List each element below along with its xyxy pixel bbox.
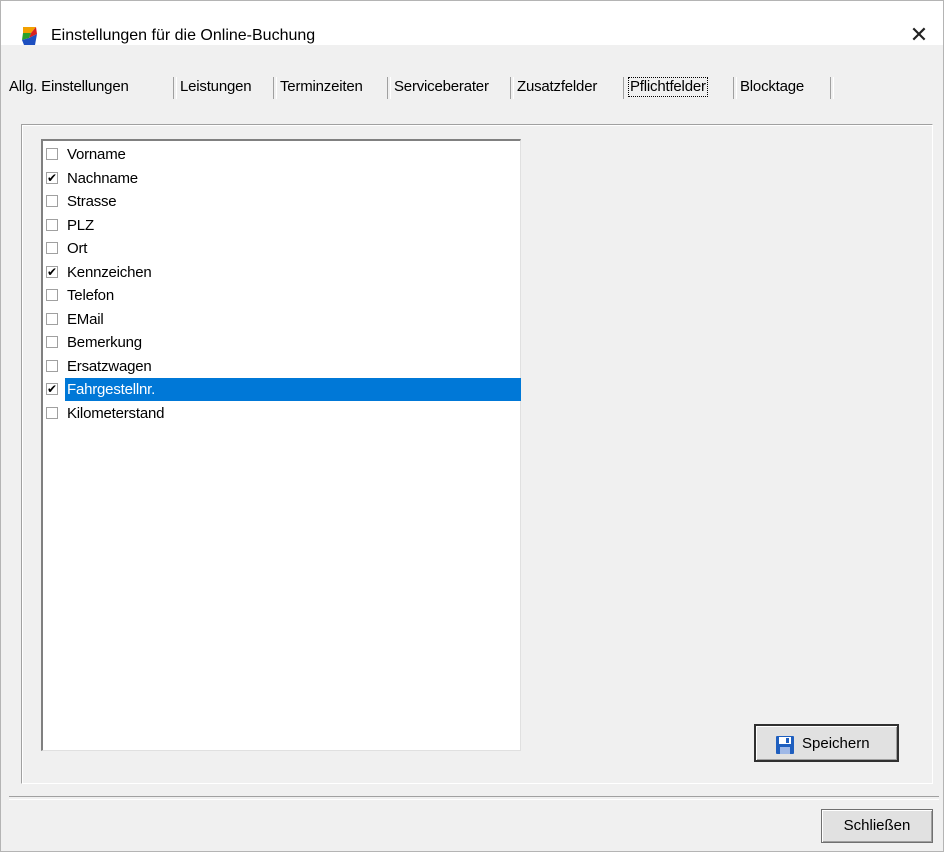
tab-separator — [387, 77, 391, 99]
close-icon[interactable]: ✕ — [901, 19, 937, 51]
checkbox[interactable] — [46, 242, 58, 254]
tab-pflichtfelder[interactable]: Pflichtfelder — [626, 75, 710, 99]
list-item-label: Ort — [67, 240, 88, 257]
list-item-label: PLZ — [67, 216, 94, 234]
tab-separator — [510, 77, 514, 99]
list-item[interactable]: ✔ Nachname — [43, 167, 519, 190]
checkbox[interactable] — [46, 148, 58, 160]
list-item[interactable]: Bemerkung — [43, 331, 519, 354]
checkbox-checked[interactable]: ✔ — [46, 265, 58, 278]
list-item-label: Strasse — [67, 193, 117, 210]
list-item[interactable]: Kilometerstand — [43, 402, 519, 425]
tab-allg-einstellungen[interactable]: Allg. Einstellungen — [9, 75, 129, 99]
app-logo-icon — [22, 27, 37, 45]
settings-window: Einstellungen für die Online-Buchung ✕ A… — [0, 0, 944, 852]
list-item[interactable]: Telefon — [43, 284, 519, 307]
list-item[interactable]: Ersatzwagen — [43, 355, 519, 378]
required-fields-list[interactable]: Vorname ✔ Nachname Strasse PLZ Ort ✔ Kennzeiche… — [41, 139, 521, 751]
checkbox[interactable] — [46, 289, 58, 301]
checkbox[interactable] — [46, 312, 58, 325]
checkbox-checked[interactable]: ✔ — [46, 383, 58, 395]
tab-serviceberater[interactable]: Serviceberater — [394, 75, 489, 99]
tab-separator — [733, 77, 737, 99]
tab-terminzeiten[interactable]: Terminzeiten — [280, 75, 363, 99]
list-item[interactable]: Strasse — [43, 190, 519, 213]
list-item-label: Ersatzwagen — [67, 357, 152, 375]
checkbox[interactable] — [46, 218, 58, 231]
tab-separator — [273, 77, 277, 99]
divider — [9, 796, 939, 800]
list-item-label: Nachname — [67, 169, 138, 187]
checkbox[interactable] — [46, 336, 58, 348]
list-item[interactable]: Ort — [43, 237, 519, 260]
checkbox[interactable] — [46, 195, 58, 207]
tab-separator — [830, 77, 834, 99]
tab-separator — [173, 77, 177, 99]
list-item[interactable]: EMail — [43, 308, 519, 331]
title-bar[interactable]: Einstellungen für die Online-Buchung ✕ — [1, 1, 943, 47]
list-item-label: EMail — [67, 310, 104, 328]
list-item-label: Telefon — [67, 287, 114, 304]
list-item-label: Vorname — [67, 146, 126, 163]
save-button-label: Speichern — [802, 735, 870, 752]
window-title: Einstellungen für die Online-Buchung — [51, 27, 316, 44]
list-item[interactable]: Vorname — [43, 143, 519, 166]
save-button[interactable]: Speichern — [754, 724, 899, 762]
list-item-label: Kennzeichen — [67, 263, 152, 281]
checkbox-checked[interactable]: ✔ — [46, 171, 58, 184]
tab-blocktage[interactable]: Blocktage — [740, 75, 804, 99]
checkbox[interactable] — [46, 406, 58, 419]
list-item-label: Fahrgestellnr. — [65, 378, 521, 401]
tab-zusatzfelder[interactable]: Zusatzfelder — [517, 75, 597, 99]
list-item-label: Bemerkung — [67, 334, 142, 351]
list-item-label: Kilometerstand — [67, 404, 165, 422]
tab-leistungen[interactable]: Leistungen — [180, 75, 252, 99]
list-item[interactable]: ✔ Fahrgestellnr. — [43, 378, 521, 401]
close-button[interactable]: Schließen — [821, 809, 933, 843]
floppy-disk-icon — [776, 736, 794, 754]
list-item[interactable]: ✔ Kennzeichen — [43, 261, 519, 284]
checkbox[interactable] — [46, 359, 58, 372]
list-item[interactable]: PLZ — [43, 214, 519, 237]
